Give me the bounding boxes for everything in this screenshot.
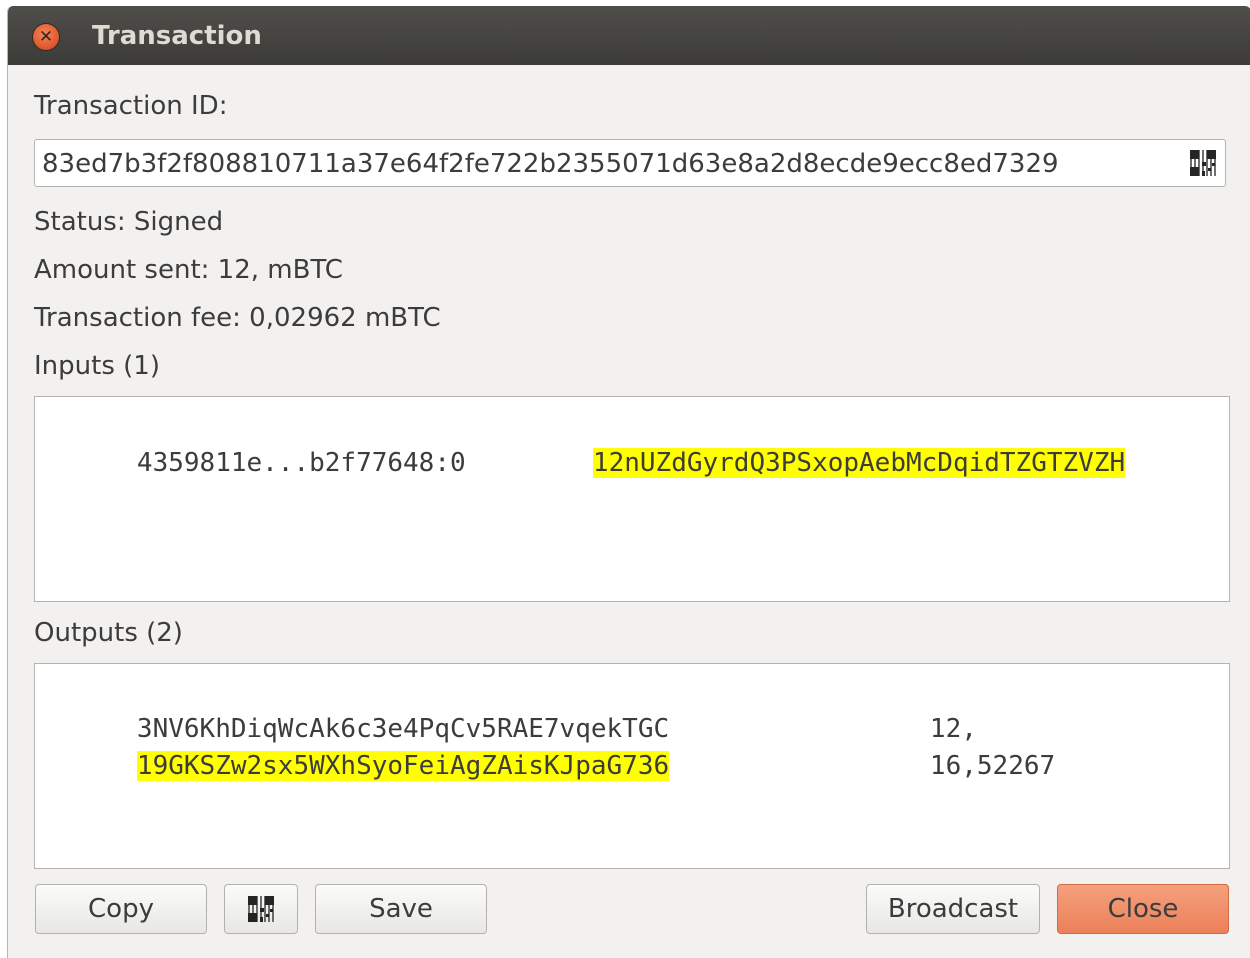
copy-button[interactable]: Copy (35, 884, 207, 934)
close-button[interactable]: Close (1057, 884, 1229, 934)
window-close-icon[interactable]: ✕ (33, 24, 59, 50)
broadcast-button[interactable]: Broadcast (866, 884, 1040, 934)
inputs-list[interactable]: 4359811e...b2f77648:0 12nUZdGyrdQ3PSxopA… (34, 396, 1230, 602)
amount-sent-label: Amount sent: 12, mBTC (34, 255, 343, 285)
qr-code-icon[interactable] (1190, 150, 1216, 176)
list-item[interactable]: 4359811e...b2f77648:0 (43, 408, 466, 519)
output-address: 19GKSZw2sx5WXhSyoFeiAgZAisKJpaG736 (136, 751, 670, 781)
transaction-id-value[interactable]: 83ed7b3f2f808810711a37e64f2fe722b2355071… (42, 147, 1059, 181)
output-amount: 16,52267 (929, 751, 1056, 781)
outputs-list[interactable]: 3NV6KhDiqWcAk6c3e4PqCv5RAE7vqekTGC 12, 1… (34, 663, 1230, 869)
list-item[interactable]: 12nUZdGyrdQ3PSxopAebMcDqidTZGTZVZH (499, 408, 1126, 519)
transaction-dialog: ✕ Transaction Transaction ID: 83ed7b3f2f… (7, 6, 1250, 958)
qr-code-icon (248, 896, 274, 922)
list-item[interactable]: 19GKSZw2sx5WXhSyoFeiAgZAisKJpaG736 (43, 711, 670, 822)
window-title: Transaction (92, 21, 262, 51)
inputs-label: Inputs (1) (34, 351, 160, 381)
status-label: Status: Signed (34, 207, 224, 237)
transaction-id-label: Transaction ID: (34, 91, 228, 121)
transaction-fee-label: Transaction fee: 0,02962 mBTC (34, 303, 441, 333)
title-bar: ✕ Transaction (8, 6, 1250, 65)
transaction-id-field[interactable]: 83ed7b3f2f808810711a37e64f2fe722b2355071… (34, 139, 1226, 187)
input-address: 12nUZdGyrdQ3PSxopAebMcDqidTZGTZVZH (592, 448, 1126, 478)
list-item[interactable]: 16,52267 (836, 711, 1055, 822)
outputs-label: Outputs (2) (34, 618, 183, 648)
save-button[interactable]: Save (315, 884, 487, 934)
input-prevout: 4359811e...b2f77648:0 (136, 448, 466, 478)
qr-code-button[interactable] (224, 884, 298, 934)
